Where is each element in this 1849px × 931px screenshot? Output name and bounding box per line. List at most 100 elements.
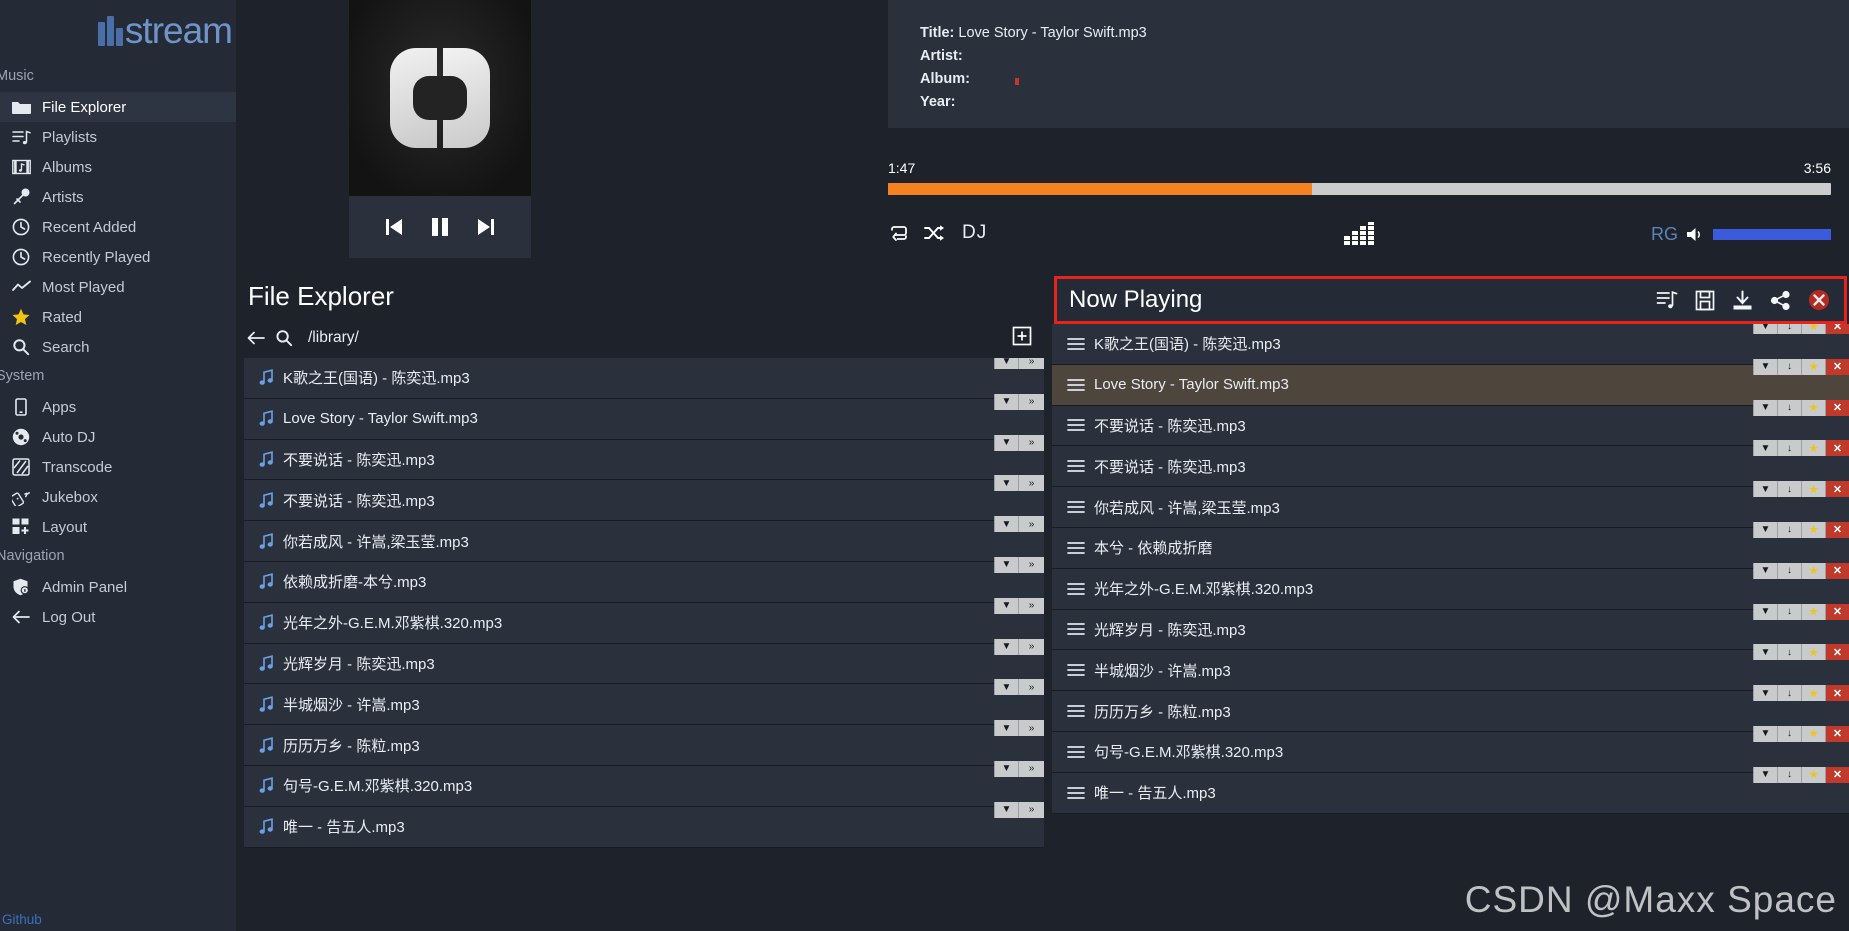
track-favorite-button[interactable]: ★ (1801, 725, 1825, 742)
add-folder-icon[interactable] (1012, 326, 1032, 346)
now-playing-row[interactable]: 光辉岁月 - 陈奕迅.mp3 ▼ ↓ ★ ✕ (1052, 603, 1849, 651)
sidebar-item-recent-added[interactable]: Recent Added (0, 212, 236, 242)
file-dropdown-button[interactable]: ▼ (994, 801, 1018, 818)
drag-handle-icon[interactable] (1052, 662, 1094, 678)
track-download-button[interactable]: ↓ (1777, 766, 1801, 783)
track-dropdown-button[interactable]: ▼ (1753, 685, 1777, 702)
sidebar-item-admin-panel[interactable]: Admin Panel (0, 572, 236, 602)
file-row[interactable]: 你若成风 - 许嵩,梁玉莹.mp3 ▼» (244, 516, 1044, 562)
file-row[interactable]: 光年之外-G.E.M.邓紫棋.320.mp3 ▼» (244, 597, 1044, 644)
track-favorite-button[interactable]: ★ (1801, 440, 1825, 457)
track-remove-button[interactable]: ✕ (1825, 481, 1849, 498)
file-row[interactable]: 不要说话 - 陈奕迅.mp3 ▼» (244, 434, 1044, 481)
track-dropdown-button[interactable]: ▼ (1753, 399, 1777, 416)
track-download-button[interactable]: ↓ (1777, 644, 1801, 661)
track-remove-button[interactable]: ✕ (1825, 603, 1849, 620)
track-download-button[interactable]: ↓ (1777, 685, 1801, 702)
file-expand-button[interactable]: » (1018, 358, 1044, 369)
now-playing-row[interactable]: 句号-G.E.M.邓紫棋.320.mp3 ▼ ↓ ★ ✕ (1052, 725, 1849, 773)
file-dropdown-button[interactable]: ▼ (994, 638, 1018, 655)
previous-track-icon[interactable] (382, 217, 406, 237)
track-remove-button[interactable]: ✕ (1825, 358, 1849, 375)
sidebar-item-playlists[interactable]: Playlists (0, 122, 236, 152)
now-playing-row[interactable]: 你若成风 - 许嵩,梁玉莹.mp3 ▼ ↓ ★ ✕ (1052, 481, 1849, 528)
track-dropdown-button[interactable]: ▼ (1753, 766, 1777, 783)
track-dropdown-button[interactable]: ▼ (1753, 562, 1777, 579)
file-dropdown-button[interactable]: ▼ (994, 597, 1018, 614)
now-playing-row[interactable]: Love Story - Taylor Swift.mp3 ▼ ↓ ★ ✕ (1052, 358, 1849, 406)
file-dropdown-button[interactable]: ▼ (994, 434, 1018, 451)
search-icon[interactable] (275, 329, 293, 347)
file-row[interactable]: 不要说话 - 陈奕迅.mp3 ▼» (244, 475, 1044, 522)
file-dropdown-button[interactable]: ▼ (994, 556, 1018, 573)
sidebar-item-log-out[interactable]: Log Out (0, 602, 236, 632)
file-expand-button[interactable]: » (1018, 760, 1044, 777)
track-download-button[interactable]: ↓ (1777, 358, 1801, 375)
file-expand-button[interactable]: » (1018, 801, 1044, 818)
file-expand-button[interactable]: » (1018, 597, 1044, 614)
file-row[interactable]: 唯一 - 告五人.mp3 ▼» (244, 801, 1044, 848)
file-row[interactable]: 依赖成折磨-本兮.mp3 ▼» (244, 556, 1044, 603)
sidebar-item-transcode[interactable]: Transcode (0, 452, 236, 482)
github-link[interactable]: Github (2, 912, 42, 927)
track-dropdown-button[interactable]: ▼ (1753, 725, 1777, 742)
track-remove-button[interactable]: ✕ (1825, 521, 1849, 538)
track-download-button[interactable]: ↓ (1777, 562, 1801, 579)
track-remove-button[interactable]: ✕ (1825, 644, 1849, 661)
track-favorite-button[interactable]: ★ (1801, 358, 1825, 375)
app-logo[interactable]: stream (0, 0, 236, 62)
track-remove-button[interactable]: ✕ (1825, 440, 1849, 457)
track-dropdown-button[interactable]: ▼ (1753, 603, 1777, 620)
drag-handle-icon[interactable] (1052, 785, 1094, 801)
now-playing-row[interactable]: 历历万乡 - 陈粒.mp3 ▼ ↓ ★ ✕ (1052, 685, 1849, 732)
file-dropdown-button[interactable]: ▼ (994, 720, 1018, 737)
next-track-icon[interactable] (474, 217, 498, 237)
drag-handle-icon[interactable] (1052, 377, 1094, 393)
file-expand-button[interactable]: » (1018, 434, 1044, 451)
drag-handle-icon[interactable] (1052, 336, 1094, 352)
file-row[interactable]: 历历万乡 - 陈粒.mp3 ▼» (244, 720, 1044, 766)
track-remove-button[interactable]: ✕ (1825, 399, 1849, 416)
track-dropdown-button[interactable]: ▼ (1753, 644, 1777, 661)
track-favorite-button[interactable]: ★ (1801, 521, 1825, 538)
sidebar-item-jukebox[interactable]: Jukebox (0, 482, 236, 512)
drag-handle-icon[interactable] (1052, 540, 1094, 556)
file-expand-button[interactable]: » (1018, 393, 1044, 410)
sidebar-item-apps[interactable]: Apps (0, 392, 236, 422)
file-expand-button[interactable]: » (1018, 556, 1044, 573)
file-row[interactable]: K歌之王(国语) - 陈奕迅.mp3 ▼» (244, 358, 1044, 399)
now-playing-row[interactable]: 唯一 - 告五人.mp3 ▼ ↓ ★ ✕ (1052, 766, 1849, 814)
save-playlist-icon[interactable] (1656, 289, 1678, 311)
close-icon[interactable] (1808, 289, 1830, 311)
file-row[interactable]: Love Story - Taylor Swift.mp3 ▼» (244, 393, 1044, 440)
file-row[interactable]: 半城烟沙 - 许嵩.mp3 ▼» (244, 679, 1044, 726)
track-download-button[interactable]: ↓ (1777, 521, 1801, 538)
file-row[interactable]: 句号-G.E.M.邓紫棋.320.mp3 ▼» (244, 760, 1044, 807)
file-dropdown-button[interactable]: ▼ (994, 516, 1018, 533)
drag-handle-icon[interactable] (1052, 458, 1094, 474)
file-row[interactable]: 光辉岁月 - 陈奕迅.mp3 ▼» (244, 638, 1044, 685)
file-expand-button[interactable]: » (1018, 475, 1044, 492)
drag-handle-icon[interactable] (1052, 744, 1094, 760)
save-icon[interactable] (1695, 290, 1715, 311)
sidebar-item-auto-dj[interactable]: Auto DJ (0, 422, 236, 452)
track-remove-button[interactable]: ✕ (1825, 725, 1849, 742)
file-expand-button[interactable]: » (1018, 638, 1044, 655)
file-dropdown-button[interactable]: ▼ (994, 679, 1018, 696)
track-favorite-button[interactable]: ★ (1801, 766, 1825, 783)
file-dropdown-button[interactable]: ▼ (994, 393, 1018, 410)
share-icon[interactable] (1770, 290, 1791, 311)
now-playing-row[interactable]: K歌之王(国语) - 陈奕迅.mp3 ▼ ↓ ★ ✕ (1052, 324, 1849, 365)
shuffle-icon[interactable] (923, 224, 945, 242)
track-favorite-button[interactable]: ★ (1801, 399, 1825, 416)
file-expand-button[interactable]: » (1018, 516, 1044, 533)
track-dropdown-button[interactable]: ▼ (1753, 440, 1777, 457)
track-remove-button[interactable]: ✕ (1825, 562, 1849, 579)
track-download-button[interactable]: ↓ (1777, 603, 1801, 620)
now-playing-row[interactable]: 本兮 - 依赖成折磨 ▼ ↓ ★ ✕ (1052, 521, 1849, 569)
track-download-button[interactable]: ↓ (1777, 725, 1801, 742)
track-download-button[interactable]: ↓ (1777, 399, 1801, 416)
track-download-button[interactable]: ↓ (1777, 440, 1801, 457)
sidebar-item-albums[interactable]: Albums (0, 152, 236, 182)
sidebar-item-file-explorer[interactable]: File Explorer (0, 92, 236, 122)
